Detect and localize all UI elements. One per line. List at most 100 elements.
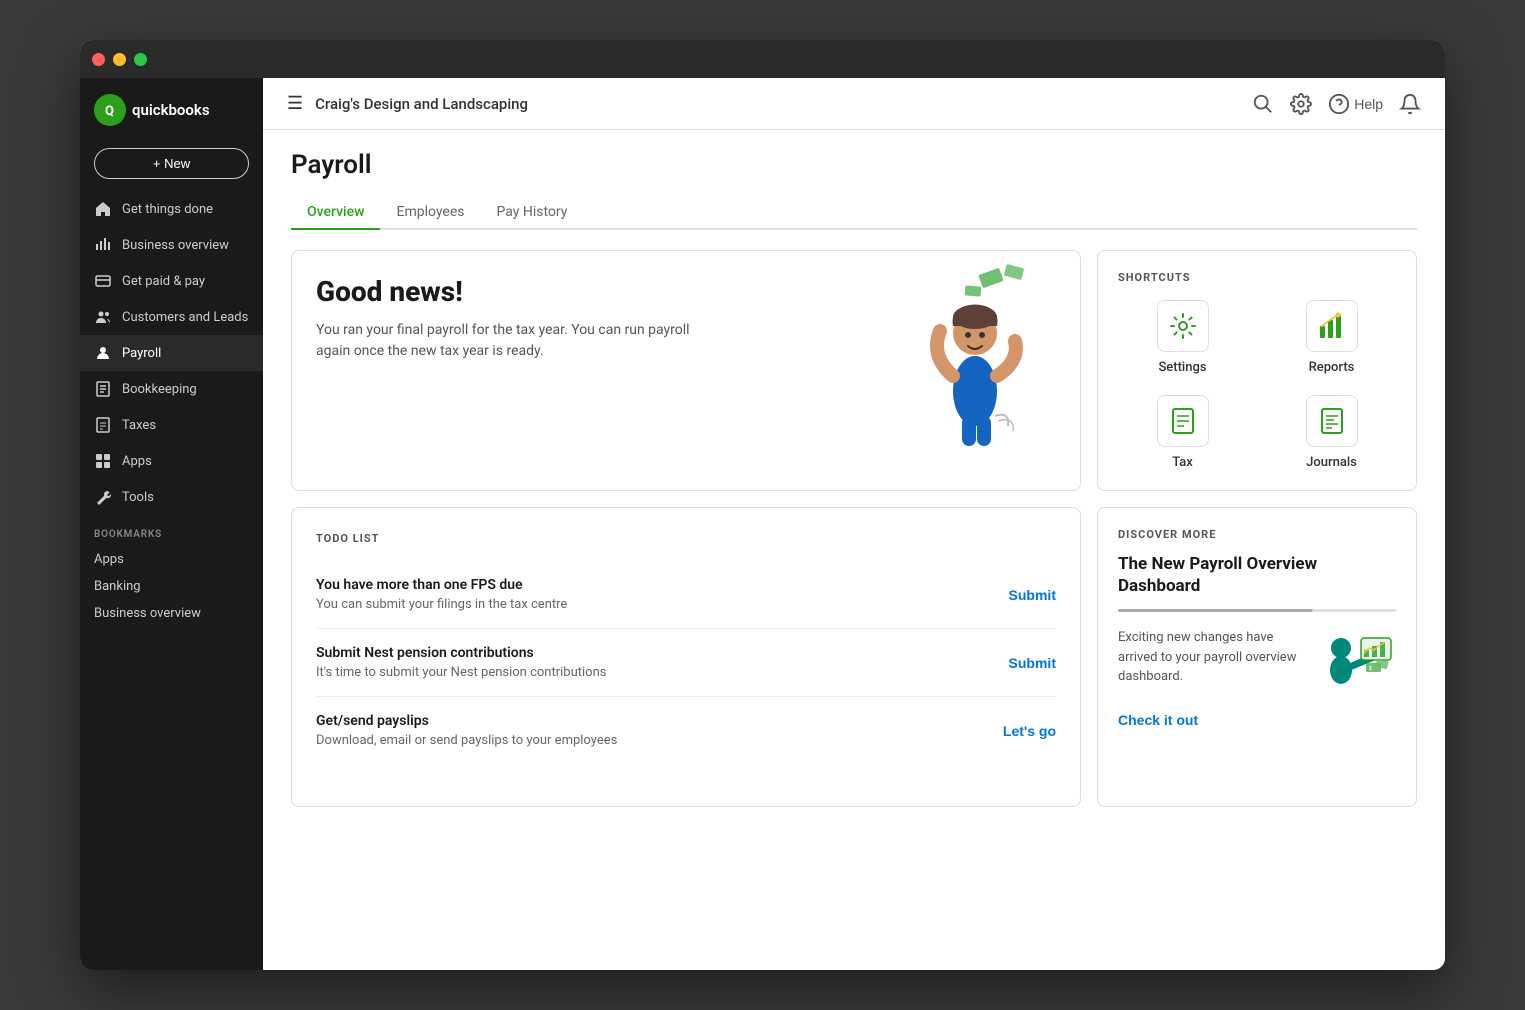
sidebar-item-get-paid-pay[interactable]: Get paid & pay [80,263,263,299]
sidebar-item-taxes[interactable]: Taxes [80,407,263,443]
main-nav: Get things done Business overview Get pa… [80,191,263,515]
customers-icon [94,308,112,326]
tab-employees[interactable]: Employees [380,196,480,230]
bookmark-banking[interactable]: Banking [94,573,249,600]
bookmark-apps[interactable]: Apps [94,546,249,573]
todo-item-payslips: Get/send payslips Download, email or sen… [316,697,1056,764]
todo-payslips-action[interactable]: Let's go [1003,723,1056,739]
menu-icon[interactable]: ☰ [287,93,303,114]
qb-icon: Q [94,94,126,126]
maximize-button[interactable] [134,53,147,66]
todo-nest-action[interactable]: Submit [1009,655,1056,671]
discover-title: DISCOVER MORE [1118,528,1396,541]
todo-fps-action[interactable]: Submit [1009,587,1056,603]
sidebar-item-apps[interactable]: Apps [80,443,263,479]
discover-heading: The New Payroll Overview Dashboard [1118,553,1396,597]
discover-illustration: $ [1316,628,1396,698]
help-icon [1328,93,1350,115]
sidebar: Q quickbooks + New Get things done [80,78,263,970]
shortcut-journals[interactable]: Journals [1267,395,1396,470]
todo-item-nest: Submit Nest pension contributions It's t… [316,629,1056,697]
page-title: Payroll [291,150,1417,180]
shortcut-tax[interactable]: Tax [1118,395,1247,470]
sidebar-item-label: Get paid & pay [122,274,205,289]
minimize-button[interactable] [113,53,126,66]
bookmarks-label: BOOKMARKS [94,529,249,540]
sidebar-item-bookkeeping[interactable]: Bookkeeping [80,371,263,407]
bell-icon [1399,93,1421,115]
sidebar-item-business-overview[interactable]: Business overview [80,227,263,263]
shortcuts-title: SHORTCUTS [1118,271,1396,284]
qb-brand-text: quickbooks [132,101,210,119]
page-content: Payroll Overview Employees Pay History G… [263,130,1445,970]
check-it-out-button[interactable]: Check it out [1118,712,1198,728]
sidebar-item-customers-leads[interactable]: Customers and Leads [80,299,263,335]
shortcut-reports-icon [1306,300,1358,352]
top-bar: ☰ Craig's Design and Landscaping Help [263,78,1445,130]
home-icon [94,200,112,218]
close-button[interactable] [92,53,105,66]
good-news-body: You ran your final payroll for the tax y… [316,320,696,362]
good-news-card: Good news! You ran your final payroll fo… [291,250,1081,491]
help-label: Help [1354,96,1383,112]
search-icon [1252,93,1274,115]
svg-text:$: $ [1369,665,1372,672]
payment-icon [94,272,112,290]
sidebar-item-label: Business overview [122,238,229,253]
taxes-icon [94,416,112,434]
svg-text:Q: Q [105,104,114,119]
discover-body-text: Exciting new changes have arrived to you… [1118,628,1304,687]
top-actions: Help [1252,93,1421,115]
shortcuts-grid: Settings [1118,300,1396,470]
todo-payslips-heading: Get/send payslips [316,713,617,729]
todo-fps-text: You have more than one FPS due You can s… [316,577,567,612]
shortcut-reports-label: Reports [1309,360,1355,375]
payroll-icon [94,344,112,362]
sidebar-item-label: Tools [122,490,154,505]
shortcut-tax-label: Tax [1172,455,1193,470]
celebration-illustration [890,261,1050,451]
tabs: Overview Employees Pay History [291,196,1417,230]
shortcut-settings[interactable]: Settings [1118,300,1247,375]
bookmark-business-overview[interactable]: Business overview [94,600,249,627]
sidebar-item-payroll[interactable]: Payroll [80,335,263,371]
todo-fps-heading: You have more than one FPS due [316,577,567,593]
company-name: Craig's Design and Landscaping [315,95,1240,113]
todo-fps-body: You can submit your filings in the tax c… [316,597,567,612]
shortcut-journals-icon [1306,395,1358,447]
todo-card: TODO LIST You have more than one FPS due… [291,507,1081,807]
sidebar-item-tools[interactable]: Tools [80,479,263,515]
discover-body: Exciting new changes have arrived to you… [1118,628,1396,698]
search-button[interactable] [1252,93,1274,115]
todo-nest-body: It's time to submit your Nest pension co… [316,665,606,680]
settings-button[interactable] [1290,93,1312,115]
new-button[interactable]: + New [94,148,249,179]
shortcut-settings-icon [1157,300,1209,352]
shortcut-tax-icon [1157,395,1209,447]
title-bar [80,40,1445,78]
help-button[interactable]: Help [1328,93,1383,115]
sidebar-item-label: Customers and Leads [122,310,248,325]
shortcut-reports[interactable]: Reports [1267,300,1396,375]
tools-icon [94,488,112,506]
notifications-button[interactable] [1399,93,1421,115]
discover-divider [1118,609,1396,612]
main-content: ☰ Craig's Design and Landscaping Help [263,78,1445,970]
cards-grid: Good news! You ran your final payroll fo… [291,250,1417,807]
sidebar-item-get-things-done[interactable]: Get things done [80,191,263,227]
todo-item-fps: You have more than one FPS due You can s… [316,561,1056,629]
quickbooks-logo[interactable]: Q quickbooks [94,94,210,126]
shortcut-journals-label: Journals [1306,455,1357,470]
apps-icon [94,452,112,470]
new-button-container: + New [80,142,263,191]
todo-title: TODO LIST [316,532,1056,545]
tab-pay-history[interactable]: Pay History [480,196,583,230]
sidebar-item-label: Get things done [122,202,213,217]
tab-overview[interactable]: Overview [291,196,380,230]
todo-nest-heading: Submit Nest pension contributions [316,645,606,661]
chart-icon [94,236,112,254]
discover-card: DISCOVER MORE The New Payroll Overview D… [1097,507,1417,807]
sidebar-item-label: Payroll [122,346,161,361]
sidebar-item-label: Apps [122,454,152,469]
logo-area: Q quickbooks [80,78,263,142]
